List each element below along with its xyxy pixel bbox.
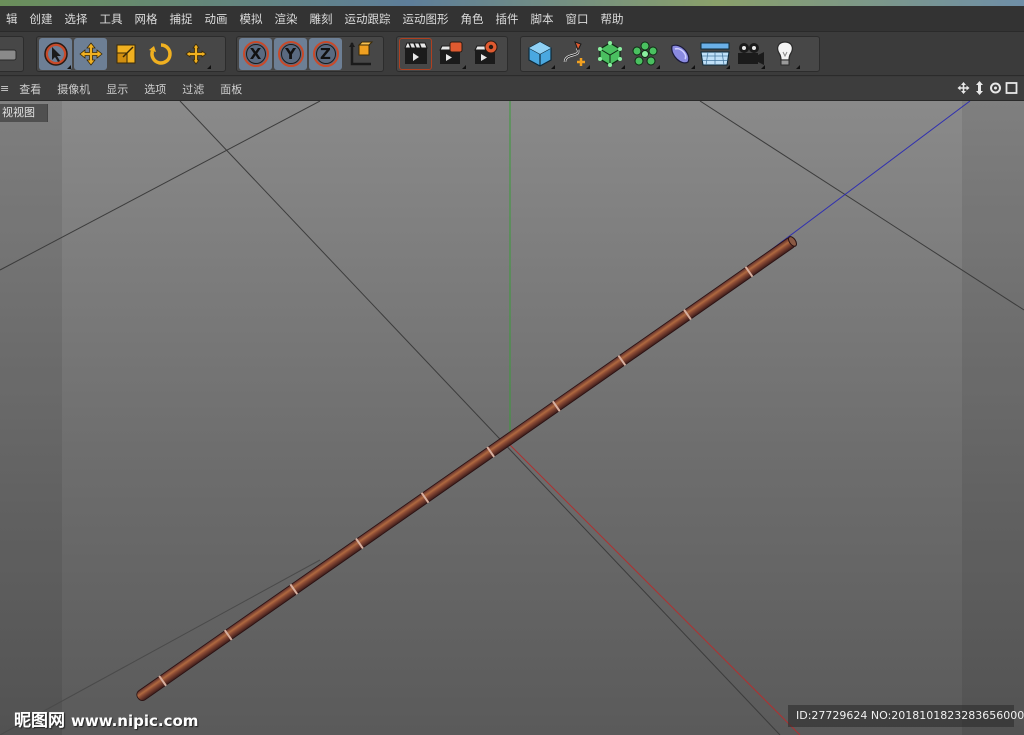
menu-script[interactable]: 脚本 bbox=[525, 6, 560, 32]
menu-bar: 辑 创建 选择 工具 网格 捕捉 动画 模拟 渲染 雕刻 运动跟踪 运动图形 角… bbox=[0, 6, 1024, 32]
watermark-brand: 昵图网 www.nipic.com bbox=[14, 706, 198, 731]
render-view-button[interactable] bbox=[399, 38, 432, 70]
floor-button[interactable] bbox=[698, 38, 731, 70]
viewport-menu-filter[interactable]: 过滤 bbox=[174, 81, 212, 97]
viewport-nav-icons bbox=[957, 80, 1018, 96]
axis-x-button[interactable]: X bbox=[239, 38, 272, 70]
render-settings-button[interactable] bbox=[469, 38, 502, 70]
rotate-tool-button[interactable] bbox=[144, 38, 177, 70]
coordinate-system-button[interactable] bbox=[344, 38, 377, 70]
watermark-id: ID:27729624 NO:20181018232836560000 bbox=[788, 705, 1024, 727]
watermark-site: www.nipic.com bbox=[71, 712, 199, 730]
render-picture-viewer-button[interactable] bbox=[434, 38, 467, 70]
axis-x-label: X bbox=[249, 45, 262, 63]
menu-render[interactable]: 渲染 bbox=[269, 6, 304, 32]
viewport-menu-camera[interactable]: 摄像机 bbox=[49, 81, 98, 97]
toolbar-group-undo bbox=[0, 36, 24, 72]
light-icon bbox=[776, 41, 793, 66]
axis-y-label: Y bbox=[285, 45, 296, 63]
viewport-menu-stub: ≡ bbox=[0, 82, 10, 95]
deformer-button[interactable] bbox=[663, 38, 696, 70]
spline-pen-button[interactable] bbox=[558, 38, 591, 70]
menu-tools[interactable]: 工具 bbox=[94, 6, 129, 32]
menu-mesh[interactable]: 网格 bbox=[129, 6, 164, 32]
menu-create[interactable]: 创建 bbox=[24, 6, 59, 32]
coordinate-system-icon bbox=[348, 41, 373, 66]
scale-tool-button[interactable] bbox=[109, 38, 142, 70]
menu-window[interactable]: 窗口 bbox=[560, 6, 595, 32]
deformer-icon bbox=[670, 44, 689, 64]
cube-button[interactable] bbox=[523, 38, 556, 70]
cloner-button[interactable] bbox=[628, 38, 661, 70]
axis-z-label: Z bbox=[320, 45, 331, 63]
dolly-icon[interactable] bbox=[973, 80, 986, 96]
menu-select[interactable]: 选择 bbox=[59, 6, 94, 32]
menu-edit[interactable]: 辑 bbox=[0, 6, 24, 32]
move-tool-button[interactable] bbox=[74, 38, 107, 70]
render-picture-viewer-icon bbox=[438, 41, 462, 64]
floor-icon bbox=[699, 42, 730, 66]
menu-simulate[interactable]: 模拟 bbox=[234, 6, 269, 32]
cloner-icon bbox=[632, 41, 657, 66]
light-button[interactable] bbox=[768, 38, 801, 70]
viewport-menu-panel[interactable]: 面板 bbox=[212, 81, 250, 97]
menu-help[interactable]: 帮助 bbox=[595, 6, 630, 32]
toolbar-group-objects bbox=[520, 36, 820, 72]
camera-icon bbox=[737, 43, 764, 65]
menu-snap[interactable]: 捕捉 bbox=[164, 6, 199, 32]
viewport-menu-display[interactable]: 显示 bbox=[98, 81, 136, 97]
viewport-menu-options[interactable]: 选项 bbox=[136, 81, 174, 97]
toolbar-group-render bbox=[396, 36, 508, 72]
select-icon bbox=[43, 42, 68, 66]
move-icon bbox=[78, 42, 103, 66]
render-view-icon bbox=[403, 42, 428, 64]
viewport-menu-view[interactable]: 查看 bbox=[11, 81, 49, 97]
grid-line-left-1 bbox=[0, 101, 321, 271]
toolbar-group-axis: X Y Z bbox=[236, 36, 384, 72]
recent-tool-button[interactable] bbox=[179, 38, 212, 70]
main-toolbar: X Y Z bbox=[0, 32, 1024, 76]
x-axis-line bbox=[509, 444, 801, 735]
3d-viewport[interactable]: 视视图 bbox=[0, 101, 1024, 735]
menu-sculpt[interactable]: 雕刻 bbox=[304, 6, 339, 32]
rotate-icon bbox=[148, 43, 172, 65]
watermark-brand-name: 昵图网 bbox=[14, 711, 65, 731]
subdivision-surface-icon bbox=[597, 41, 622, 67]
menu-plugins[interactable]: 插件 bbox=[490, 6, 525, 32]
spline-pen-icon bbox=[563, 41, 585, 66]
undo-button[interactable] bbox=[0, 38, 21, 70]
pan-icon[interactable] bbox=[957, 80, 970, 96]
undo-icon bbox=[0, 49, 17, 61]
menu-character[interactable]: 角色 bbox=[455, 6, 490, 32]
scale-icon bbox=[116, 44, 135, 64]
menu-mograph[interactable]: 运动图形 bbox=[397, 6, 455, 32]
viewport-scene bbox=[0, 101, 1024, 735]
axis-y-button[interactable]: Y bbox=[274, 38, 307, 70]
maximize-icon[interactable] bbox=[1005, 80, 1018, 96]
viewport-label[interactable]: 视视图 bbox=[0, 104, 48, 122]
menu-motion-tracking[interactable]: 运动跟踪 bbox=[339, 6, 397, 32]
grid-line-left-2 bbox=[179, 101, 781, 735]
menu-animate[interactable]: 动画 bbox=[199, 6, 234, 32]
cube-icon bbox=[527, 41, 552, 67]
subdivision-surface-button[interactable] bbox=[593, 38, 626, 70]
camera-button[interactable] bbox=[733, 38, 766, 70]
bamboo-model[interactable] bbox=[135, 235, 799, 703]
select-tool-button[interactable] bbox=[39, 38, 72, 70]
render-settings-icon bbox=[473, 40, 497, 64]
toolbar-group-mode-tools bbox=[36, 36, 226, 72]
recent-tool-icon bbox=[184, 43, 207, 65]
orbit-icon[interactable] bbox=[989, 80, 1002, 96]
viewport-menu-bar: ≡ 查看 摄像机 显示 选项 过滤 面板 bbox=[0, 77, 1024, 101]
axis-z-button[interactable]: Z bbox=[309, 38, 342, 70]
